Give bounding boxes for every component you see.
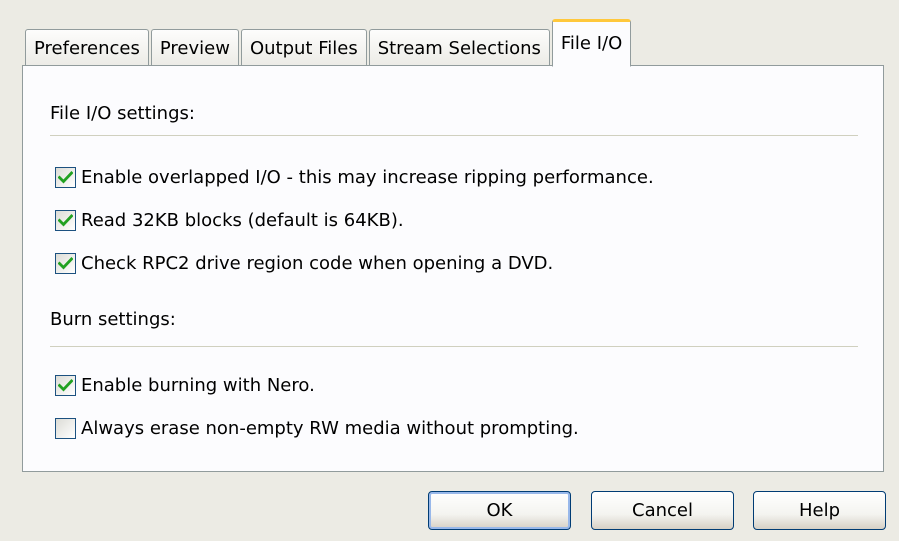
check-rpc2-region-label: Check RPC2 drive region code when openin… xyxy=(81,253,554,274)
option-read-32kb-blocks[interactable]: Read 32KB blocks (default is 64KB). xyxy=(55,210,404,231)
tab-label: Stream Selections xyxy=(377,38,541,59)
checkmark-icon xyxy=(58,214,73,227)
file-io-dialog: Preferences Preview Output Files Stream … xyxy=(0,0,899,541)
ok-button[interactable]: OK xyxy=(428,491,571,530)
tab-panel-file-io: File I/O settings: Enable overlapped I/O… xyxy=(22,65,884,472)
tab-strip: Preferences Preview Output Files Stream … xyxy=(25,18,633,67)
check-rpc2-region-checkbox[interactable] xyxy=(55,253,76,274)
checkmark-icon xyxy=(58,257,73,270)
cancel-button[interactable]: Cancel xyxy=(591,491,734,530)
tab-preferences[interactable]: Preferences xyxy=(25,29,149,66)
always-erase-rw-label: Always erase non-empty RW media without … xyxy=(81,418,579,439)
read-32kb-blocks-checkbox[interactable] xyxy=(55,210,76,231)
checkmark-icon xyxy=(58,379,73,392)
burn-settings-heading: Burn settings: xyxy=(50,309,176,330)
checkmark-icon xyxy=(58,171,73,184)
file-io-settings-heading: File I/O settings: xyxy=(50,103,195,124)
tab-label: File I/O xyxy=(560,33,623,54)
help-button[interactable]: Help xyxy=(753,491,886,530)
enable-nero-burning-label: Enable burning with Nero. xyxy=(81,375,315,396)
tab-file-io[interactable]: File I/O xyxy=(551,19,632,67)
option-enable-nero-burning[interactable]: Enable burning with Nero. xyxy=(55,375,315,396)
overlapped-io-label: Enable overlapped I/O - this may increas… xyxy=(81,167,654,188)
burn-separator xyxy=(50,346,858,347)
tab-stream-selections[interactable]: Stream Selections xyxy=(368,29,550,66)
option-check-rpc2-region[interactable]: Check RPC2 drive region code when openin… xyxy=(55,253,553,274)
enable-nero-burning-checkbox[interactable] xyxy=(55,375,76,396)
tab-label: Output Files xyxy=(249,38,358,59)
option-always-erase-rw[interactable]: Always erase non-empty RW media without … xyxy=(55,418,579,439)
always-erase-rw-checkbox[interactable] xyxy=(55,418,76,439)
tab-label: Preferences xyxy=(34,38,140,59)
read-32kb-blocks-label: Read 32KB blocks (default is 64KB). xyxy=(81,210,404,231)
overlapped-io-checkbox[interactable] xyxy=(55,167,76,188)
file-io-separator xyxy=(50,135,858,136)
tab-preview[interactable]: Preview xyxy=(150,29,239,66)
tab-label: Preview xyxy=(159,38,230,59)
tab-output-files[interactable]: Output Files xyxy=(240,29,367,66)
option-overlapped-io[interactable]: Enable overlapped I/O - this may increas… xyxy=(55,167,654,188)
